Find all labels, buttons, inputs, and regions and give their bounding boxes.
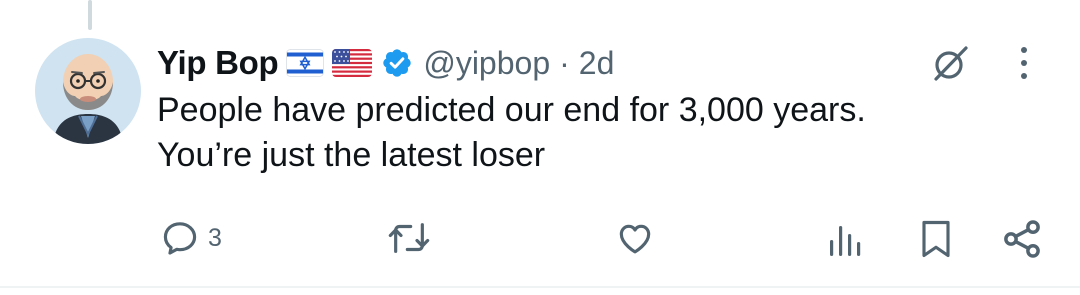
- bookmark-icon: [922, 220, 950, 258]
- more-options-icon[interactable]: [1014, 44, 1034, 84]
- repost-icon: [388, 223, 430, 253]
- reply-button[interactable]: 3: [160, 218, 222, 258]
- grok-icon[interactable]: [928, 42, 972, 86]
- share-button[interactable]: [1000, 217, 1044, 261]
- views-chart-icon: [830, 226, 861, 256]
- author-name[interactable]: Yip Bop: [157, 44, 279, 82]
- avatar[interactable]: [35, 38, 141, 144]
- verified-badge-icon[interactable]: [381, 47, 413, 79]
- views-button[interactable]: [828, 220, 862, 258]
- avatar-image: [35, 38, 141, 144]
- post-timestamp[interactable]: 2d: [579, 45, 615, 82]
- repost-button[interactable]: [387, 218, 439, 258]
- tweet-action-bar: 3: [0, 212, 1080, 268]
- reply-count: 3: [208, 223, 222, 252]
- tweet-text-line: People have predicted our end for 3,000 …: [157, 91, 866, 129]
- reply-icon: [163, 222, 197, 255]
- tweet-header: Yip Bop @yipbop · 2d: [157, 38, 614, 88]
- like-button[interactable]: [613, 218, 665, 258]
- share-icon: [1004, 220, 1040, 258]
- author-handle[interactable]: @yipbop: [423, 45, 550, 82]
- bookmark-button[interactable]: [918, 218, 954, 260]
- thread-connector-line: [88, 0, 92, 30]
- divider: [0, 286, 1080, 288]
- tweet-text: People have predicted our end for 3,000 …: [157, 88, 1057, 178]
- heart-icon: [619, 224, 651, 254]
- header-separator: ·: [559, 44, 570, 81]
- israel-flag-icon: [286, 49, 325, 77]
- tweet-text-line: You’re just the latest loser: [157, 136, 546, 174]
- us-flag-icon: [332, 49, 373, 77]
